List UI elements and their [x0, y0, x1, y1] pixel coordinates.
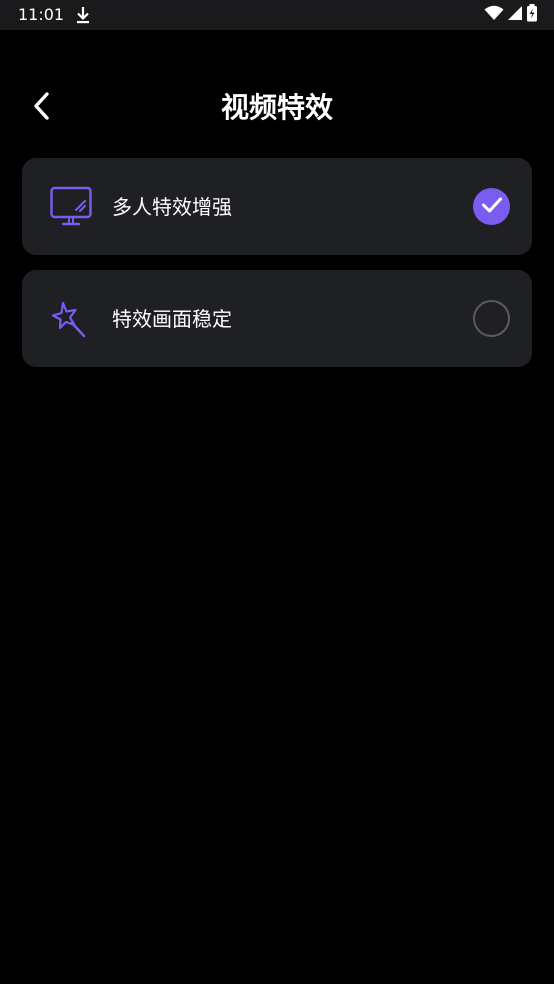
option-label: 多人特效增强 [112, 195, 232, 219]
option-label: 特效画面稳定 [112, 307, 232, 331]
checkmark-icon [481, 196, 503, 218]
status-time: 11:01 [18, 5, 65, 24]
header: 视频特效 [0, 78, 554, 138]
option-effect-stabilize[interactable]: 特效画面稳定 [22, 270, 532, 367]
checkbox-unchecked[interactable] [473, 300, 510, 337]
monitor-icon [49, 185, 93, 229]
page-title: 视频特效 [220, 91, 333, 124]
option-multi-person-effect[interactable]: 多人特效增强 [22, 158, 532, 255]
download-icon [76, 6, 90, 24]
status-bar: 11:01 [0, 0, 554, 30]
checkbox-checked[interactable] [473, 188, 510, 225]
magic-wand-icon [49, 297, 93, 341]
wifi-icon [484, 5, 504, 25]
signal-icon [507, 5, 523, 25]
battery-icon [526, 4, 538, 26]
status-icons [484, 4, 538, 26]
